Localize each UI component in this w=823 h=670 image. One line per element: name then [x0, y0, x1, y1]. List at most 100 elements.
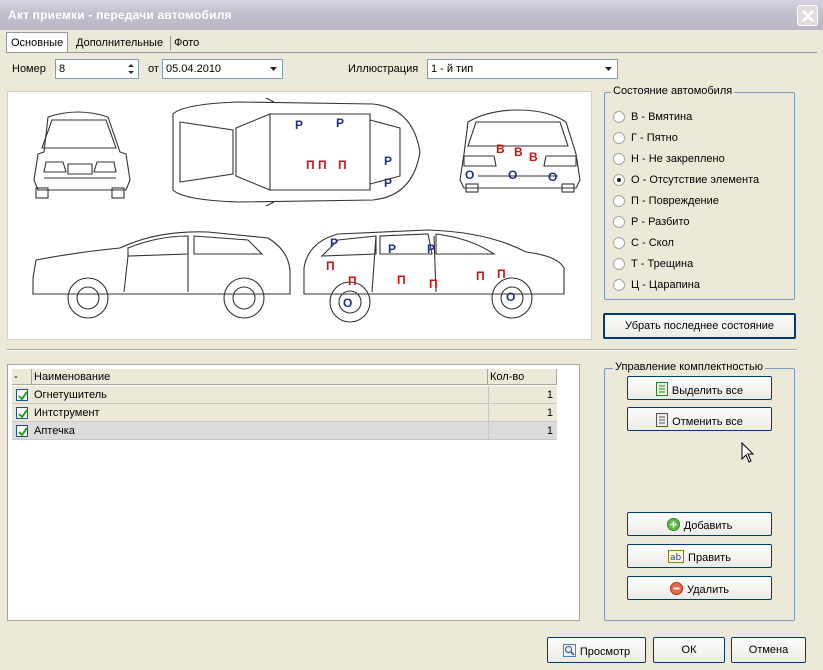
tab-main[interactable]: Основные	[6, 32, 69, 53]
select-all-button[interactable]: Выделить все	[627, 376, 772, 400]
date-picker[interactable]: 05.04.2010	[162, 59, 283, 79]
diagram-mark[interactable]: П	[497, 267, 506, 281]
spin-arrows-icon	[128, 64, 134, 74]
diagram-mark[interactable]: П	[397, 273, 406, 287]
car-diagram[interactable]: Р Р П П П Р Р В В В О О О Р Р Р П П П П …	[7, 91, 592, 340]
title-bar[interactable]: Акт приемки - передачи автомобиля	[0, 0, 823, 30]
state-option-label: П - Повреждение	[631, 195, 719, 207]
kit-management-title: Управление комплектностью	[613, 361, 766, 373]
edit-item-button[interactable]: ab Править	[627, 544, 772, 568]
radio-button[interactable]	[613, 216, 625, 228]
cancel-label: Отмена	[748, 644, 789, 656]
diagram-mark[interactable]: П	[326, 259, 335, 273]
diagram-mark[interactable]: Р	[427, 242, 435, 256]
radio-button-selected[interactable]	[613, 174, 625, 186]
select-all-label: Выделить все	[671, 385, 744, 397]
diagram-mark[interactable]: П П	[306, 158, 327, 172]
date-dropdown-button[interactable]	[266, 61, 281, 77]
mouse-cursor-icon	[741, 442, 755, 463]
diagram-mark[interactable]: Р	[384, 154, 392, 168]
chevron-down-icon	[270, 67, 277, 71]
tab-additional[interactable]: Дополнительные	[72, 34, 167, 52]
radio-button[interactable]	[613, 258, 625, 270]
equipment-grid[interactable]: - Наименование Кол-во Огнетушитель 1 Инт…	[7, 364, 580, 621]
diagram-mark[interactable]: П	[429, 277, 438, 291]
diagram-mark[interactable]: Р	[330, 236, 338, 250]
remove-last-state-button[interactable]: Убрать последнее состояние	[603, 313, 796, 339]
number-label: Номер	[12, 63, 46, 75]
cell-separator	[488, 404, 489, 422]
table-row[interactable]: Интструмент 1	[12, 404, 557, 422]
diagram-mark[interactable]: О	[548, 170, 557, 184]
row-checkbox[interactable]	[16, 389, 28, 401]
diagram-mark[interactable]: Р	[388, 242, 396, 256]
state-option-label: Н - Не закреплено	[631, 153, 725, 165]
deselect-all-button[interactable]: Отменить все	[627, 407, 772, 431]
deselect-all-label: Отменить все	[672, 416, 743, 428]
radio-button[interactable]	[613, 279, 625, 291]
diagram-mark[interactable]: О	[343, 296, 352, 310]
row-checkbox[interactable]	[16, 407, 28, 419]
delete-icon	[670, 582, 683, 595]
tab-photo[interactable]: Фото	[170, 34, 203, 52]
diagram-mark[interactable]: П	[338, 158, 347, 172]
preview-label: Просмотр	[579, 646, 631, 658]
illustration-select[interactable]: 1 - й тип	[427, 59, 618, 79]
diagram-mark[interactable]: Р	[384, 176, 392, 190]
illustration-value: 1 - й тип	[431, 63, 474, 75]
radio-button[interactable]	[613, 195, 625, 207]
row-qty: 1	[546, 425, 553, 437]
diagram-mark[interactable]: В	[496, 142, 505, 156]
table-row[interactable]: Аптечка 1	[12, 422, 557, 440]
radio-button[interactable]	[613, 111, 625, 123]
diagram-mark[interactable]: О	[506, 290, 515, 304]
row-checkbox[interactable]	[16, 425, 28, 437]
chevron-down-icon	[605, 67, 612, 71]
diagram-mark[interactable]: В	[529, 150, 538, 164]
checkmark-icon	[18, 391, 28, 401]
ok-label: ОК	[681, 644, 697, 656]
add-icon	[666, 518, 680, 531]
diagram-mark[interactable]: П	[348, 274, 357, 288]
number-spinner[interactable]: 8	[55, 59, 139, 79]
radio-button[interactable]	[613, 237, 625, 249]
grid-header-name-label: Наименование	[34, 371, 111, 383]
date-value: 05.04.2010	[166, 63, 222, 75]
radio-button[interactable]	[613, 153, 625, 165]
remove-last-state-label: Убрать последнее состояние	[624, 320, 775, 332]
row-name: Интструмент	[34, 407, 100, 419]
radio-button[interactable]	[613, 132, 625, 144]
cancel-button[interactable]: Отмена	[731, 637, 806, 663]
grid-header-name[interactable]: Наименование	[32, 369, 488, 385]
row-name: Огнетушитель	[34, 389, 107, 401]
diagram-mark[interactable]: Р	[336, 116, 344, 130]
magnifier-icon	[562, 644, 576, 657]
number-spin-buttons[interactable]	[124, 60, 138, 78]
diagram-mark[interactable]: Р	[295, 118, 303, 132]
diagram-mark[interactable]: П	[476, 269, 485, 283]
preview-button[interactable]: Просмотр	[547, 637, 646, 663]
close-window-button[interactable]	[797, 5, 818, 26]
grid-header-qty[interactable]: Кол-во	[488, 369, 557, 385]
svg-text:ab: ab	[670, 553, 682, 563]
deselect-all-icon	[656, 413, 669, 427]
tab-additional-label: Дополнительные	[76, 37, 164, 49]
delete-item-button[interactable]: Удалить	[627, 576, 772, 600]
state-option-label: Т - Трещина	[631, 258, 694, 270]
diagram-mark[interactable]: О	[508, 168, 517, 182]
state-option-label: Ц - Царапина	[631, 279, 700, 291]
add-item-label: Добавить	[683, 520, 733, 532]
table-row[interactable]: Огнетушитель 1	[12, 386, 557, 404]
number-value: 8	[59, 63, 66, 75]
diagram-mark[interactable]: О	[465, 168, 474, 182]
diagram-mark[interactable]: В	[514, 145, 523, 159]
tab-photo-label: Фото	[174, 37, 200, 49]
delete-item-label: Удалить	[687, 584, 729, 596]
illustration-dropdown-button[interactable]	[601, 61, 616, 77]
ok-button[interactable]: ОК	[653, 637, 725, 663]
state-option-label: С - Скол	[631, 237, 674, 249]
cell-separator	[488, 386, 489, 404]
add-item-button[interactable]: Добавить	[627, 512, 772, 536]
edit-text-icon: ab	[668, 550, 685, 563]
grid-header-check[interactable]: -	[12, 369, 32, 385]
